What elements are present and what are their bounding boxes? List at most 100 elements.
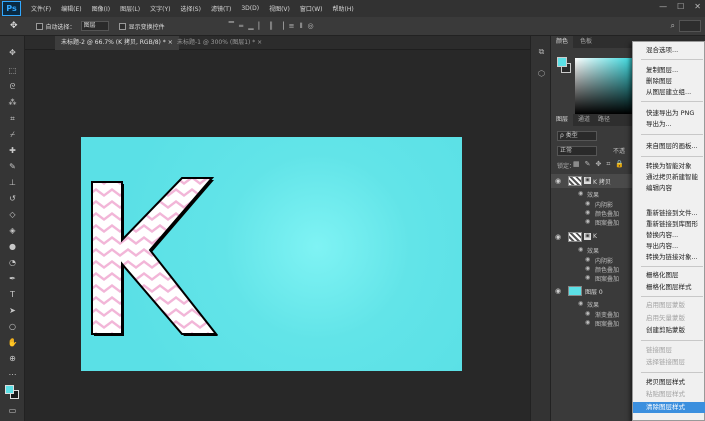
- hand-icon[interactable]: ✋: [6, 336, 19, 349]
- menu-filter[interactable]: 滤镜(T): [211, 4, 231, 13]
- tab-document-1[interactable]: 未标题-1 @ 300% (图层1) * ×: [171, 36, 268, 50]
- workspace-dropdown[interactable]: [679, 20, 701, 32]
- effect-item[interactable]: 渐变叠加: [595, 310, 619, 319]
- crop-icon[interactable]: ⌗: [6, 112, 19, 125]
- menu-item-enable-vector-mask[interactable]: 启用矢量蒙版: [633, 313, 705, 324]
- menu-item-select-linked-layers[interactable]: 选择链接图层: [633, 357, 705, 368]
- type-icon[interactable]: T: [6, 288, 19, 301]
- menu-item-link-layers[interactable]: 链接图层: [633, 345, 705, 356]
- pen-icon[interactable]: ✒: [6, 272, 19, 285]
- eraser-icon[interactable]: ◇: [6, 208, 19, 221]
- brush-icon[interactable]: ✎: [6, 160, 19, 173]
- eye-icon[interactable]: ◉: [585, 209, 590, 216]
- menu-item-rasterize-layer-style[interactable]: 栅格化图层样式: [633, 282, 705, 293]
- menu-item-delete-layer[interactable]: 删除图层: [633, 76, 705, 87]
- menu-item-rasterize-layer[interactable]: 栅格化图层: [633, 270, 705, 281]
- move-icon[interactable]: ✥: [6, 46, 19, 59]
- eye-icon[interactable]: ◉: [578, 190, 583, 197]
- quick-mask-icon[interactable]: ▭: [6, 404, 19, 417]
- menu-item-artboard-from-layers[interactable]: 来自图层的画板...: [633, 141, 705, 152]
- close-icon[interactable]: ✕: [694, 2, 701, 11]
- layer-row[interactable]: ◉ 图层 0: [551, 284, 633, 298]
- effect-item[interactable]: 内阴影: [595, 200, 613, 209]
- menu-window[interactable]: 窗口(W): [300, 4, 323, 13]
- eye-icon[interactable]: ◉: [585, 310, 590, 317]
- menu-item-convert-to-linked[interactable]: 转换为链接对象...: [633, 252, 705, 263]
- effect-item[interactable]: 颜色叠加: [595, 209, 619, 218]
- menu-item-quick-export-png[interactable]: 快速导出为 PNG: [633, 108, 705, 119]
- tab-document-2[interactable]: 未标题-2 @ 66.7% (K 拷贝, RGB/8) * ×: [55, 36, 179, 50]
- menu-image[interactable]: 图像(I): [92, 4, 110, 13]
- auto-select-dropdown[interactable]: 图层: [80, 21, 109, 31]
- eye-icon[interactable]: ◉: [585, 218, 590, 225]
- align-hcenter-icon[interactable]: ║: [269, 22, 273, 31]
- transform-controls-checkbox[interactable]: [118, 22, 126, 30]
- minimize-icon[interactable]: —: [659, 2, 667, 11]
- history-panel-icon[interactable]: ⧉: [536, 46, 547, 57]
- menu-item-export-contents[interactable]: 导出内容...: [633, 241, 705, 252]
- lock-paint-icon[interactable]: ✎: [585, 160, 591, 169]
- move-tool-icon[interactable]: ✥: [10, 21, 18, 31]
- dodge-icon[interactable]: ◔: [6, 256, 19, 269]
- eye-icon[interactable]: ◉: [585, 256, 590, 263]
- more-tools-icon[interactable]: ⋯: [6, 368, 19, 381]
- align-left-icon[interactable]: ▏: [259, 22, 264, 31]
- menu-item-replace-contents[interactable]: 替换内容...: [633, 230, 705, 241]
- ellipse-tool-icon[interactable]: ○: [6, 320, 19, 333]
- color-fg-swatch[interactable]: [557, 57, 567, 67]
- eye-icon[interactable]: ◉: [578, 246, 583, 253]
- effect-item[interactable]: 图案叠加: [595, 319, 619, 328]
- lock-artboard-icon[interactable]: ⌗: [606, 160, 610, 169]
- menu-3d[interactable]: 3D(D): [241, 5, 259, 12]
- auto-select-checkbox[interactable]: [35, 22, 43, 30]
- menu-view[interactable]: 视图(V): [269, 4, 290, 13]
- eye-icon[interactable]: ◉: [585, 319, 590, 326]
- 3d-mode-icon[interactable]: ◎: [308, 22, 314, 31]
- paint-bucket-icon[interactable]: ◈: [6, 224, 19, 237]
- eyedropper-icon[interactable]: ⌿: [6, 128, 19, 141]
- menu-item-blending-options[interactable]: 混合选项...: [633, 45, 705, 56]
- menu-item-relink-to-library[interactable]: 重新链接到库图形: [633, 219, 705, 230]
- menu-item-paste-layer-style[interactable]: 粘贴图层样式: [633, 389, 705, 400]
- menu-item-group-from-layers[interactable]: 从图层建立组...: [633, 87, 705, 98]
- eye-icon[interactable]: ◉: [578, 300, 583, 307]
- effect-item[interactable]: 内阴影: [595, 256, 613, 265]
- menu-item-relink-to-file[interactable]: 重新链接到文件...: [633, 208, 705, 219]
- menu-item-new-smart-via-copy[interactable]: 通过拷贝新建智能: [633, 172, 705, 183]
- menu-edit[interactable]: 编辑(E): [61, 4, 81, 13]
- menu-item-clear-layer-style[interactable]: 清除图层样式: [633, 402, 705, 413]
- clone-stamp-icon[interactable]: ⊥: [6, 176, 19, 189]
- eye-icon[interactable]: ◉: [555, 177, 561, 185]
- effect-item[interactable]: 图案叠加: [595, 274, 619, 283]
- align-bottom-icon[interactable]: ▁: [248, 22, 253, 31]
- menu-item-duplicate-layer[interactable]: 复制图层...: [633, 65, 705, 76]
- distribute-h-icon[interactable]: ⦀: [299, 22, 302, 31]
- 3d-panel-icon[interactable]: ⬡: [536, 68, 547, 79]
- menu-item-copy-layer-style[interactable]: 拷贝图层样式: [633, 377, 705, 388]
- eye-icon[interactable]: ◉: [585, 265, 590, 272]
- zoom-icon[interactable]: ⊕: [6, 352, 19, 365]
- align-top-icon[interactable]: ▔: [229, 22, 234, 31]
- layer-filter-dropdown[interactable]: ρ 类型: [557, 131, 597, 141]
- menu-item-create-clipping-mask[interactable]: 创建剪贴蒙版: [633, 325, 705, 336]
- menu-help[interactable]: 帮助(H): [333, 4, 354, 13]
- effect-item[interactable]: 图案叠加: [595, 218, 619, 227]
- blur-icon[interactable]: ●: [6, 240, 19, 253]
- align-vcenter-icon[interactable]: ═: [239, 22, 243, 31]
- tab-layers[interactable]: 图层: [551, 114, 574, 126]
- lasso-icon[interactable]: ᘓ: [6, 80, 19, 93]
- color-picker-field[interactable]: [575, 58, 635, 114]
- menu-item-convert-smart-object[interactable]: 转换为智能对象: [633, 161, 705, 172]
- menu-file[interactable]: 文件(F): [31, 4, 51, 13]
- path-selection-icon[interactable]: ➤: [6, 304, 19, 317]
- effect-item[interactable]: 颜色叠加: [595, 265, 619, 274]
- search-icon[interactable]: ⌕: [671, 21, 675, 31]
- magic-wand-icon[interactable]: ⁂: [6, 96, 19, 109]
- marquee-icon[interactable]: ⬚: [6, 64, 19, 77]
- menu-item-edit-contents[interactable]: 编辑内容: [633, 183, 705, 194]
- blend-mode-dropdown[interactable]: 正常: [557, 146, 597, 156]
- tab-paths[interactable]: 路径: [593, 114, 615, 126]
- maximize-icon[interactable]: ☐: [677, 2, 684, 11]
- foreground-color-swatch[interactable]: [5, 385, 14, 394]
- menu-item-enable-layer-mask[interactable]: 启用图层蒙版: [633, 300, 705, 311]
